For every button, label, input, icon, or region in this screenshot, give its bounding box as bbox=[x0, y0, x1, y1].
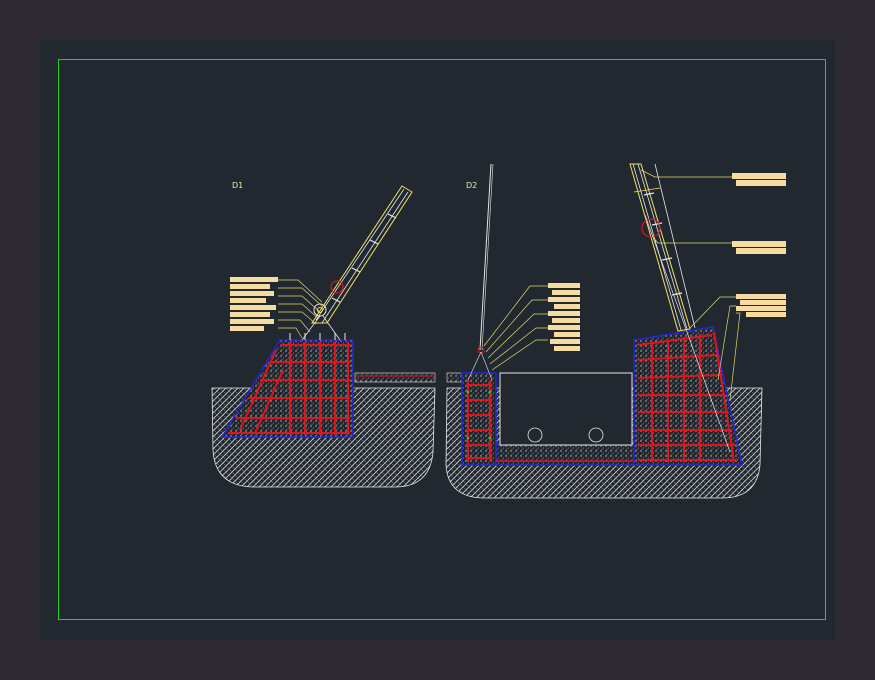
d2-post bbox=[479, 163, 492, 351]
d1-annotation-tags bbox=[230, 277, 323, 339]
cad-drawing bbox=[211, 163, 786, 499]
d2-channel bbox=[499, 372, 633, 446]
d1-strut bbox=[301, 185, 413, 341]
d2-annotation-tags-left bbox=[483, 283, 580, 371]
detail-d1 bbox=[211, 185, 436, 488]
d2-bottom-slab bbox=[495, 444, 637, 466]
detail-d2 bbox=[445, 163, 786, 499]
d1-slab bbox=[354, 372, 436, 383]
cad-viewport[interactable]: D1 D2 bbox=[40, 40, 835, 640]
